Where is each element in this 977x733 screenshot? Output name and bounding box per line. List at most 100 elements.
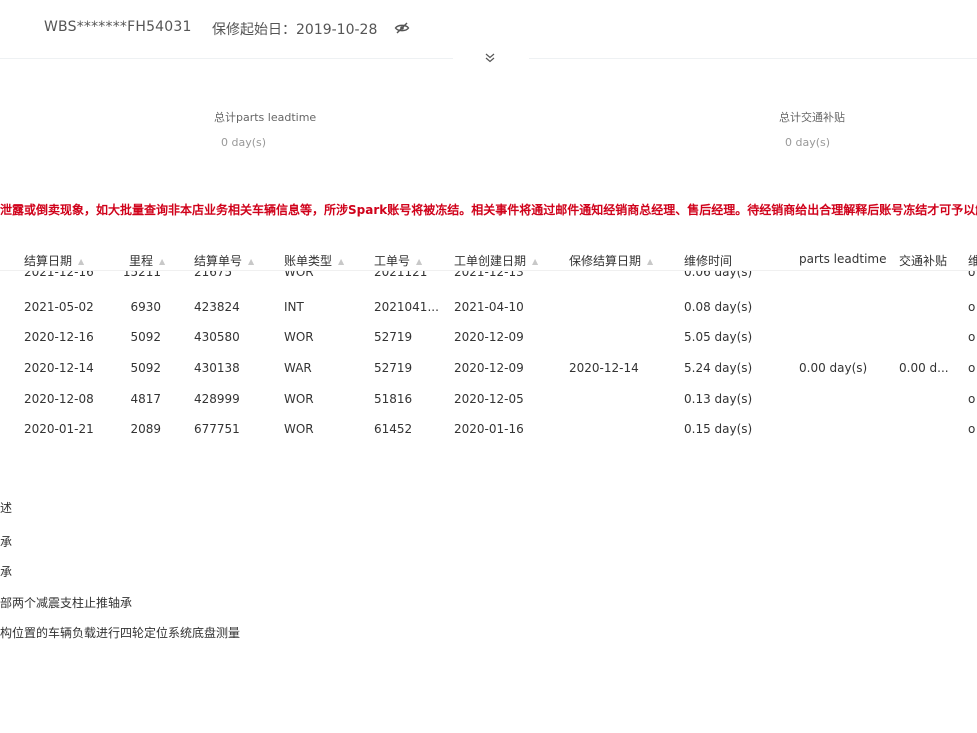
column-header[interactable]: 里程 ▲ — [129, 252, 165, 269]
column-header: parts leadtime — [799, 252, 886, 266]
warranty-start: 保修起始日：2019-10-28 — [212, 19, 377, 39]
table-cell: 0.13 day(s) — [684, 392, 753, 406]
table-cell: 0.00 d... — [899, 361, 949, 375]
table-cell: 0.15 day(s) — [684, 422, 753, 436]
column-header[interactable]: 工单创建日期 ▲ — [454, 252, 538, 269]
table-cell: o — [968, 330, 976, 344]
column-header[interactable]: 结算单号 ▲ — [194, 252, 254, 269]
repair-item-text: 承 — [0, 535, 13, 549]
column-header[interactable]: 工单号 ▲ — [374, 252, 422, 269]
repair-item-text: 部两个减震支柱止推轴承 — [0, 596, 133, 610]
vin-number: WBS*******FH54031 — [44, 19, 192, 35]
table-cell: 2020-12-16 — [24, 330, 94, 344]
table-cell: o — [968, 300, 976, 314]
expand-toggle[interactable] — [453, 48, 529, 70]
table-cell: WOR — [284, 330, 314, 344]
column-header-label: 交通补贴 — [899, 254, 948, 268]
column-header-label: parts leadtime — [799, 252, 887, 266]
table-cell: 2020-12-14 — [24, 361, 94, 375]
sort-icon[interactable]: ▲ — [338, 257, 344, 266]
sort-icon[interactable]: ▲ — [159, 257, 165, 266]
table-cell: WAR — [284, 361, 312, 375]
table-cell: 52719 — [374, 330, 413, 344]
summary-parts-leadtime-value: 0 day(s) — [221, 136, 267, 149]
table-cell: 2020-01-21 — [24, 422, 94, 436]
column-header: 维修时间 — [684, 252, 732, 269]
table-cell: 2021-04-10 — [454, 300, 524, 314]
table-cell: 5.24 day(s) — [684, 361, 753, 375]
table-row[interactable]: 2021-05-02 6930 423824 INT 2021041... 2021-04… — [0, 300, 977, 330]
table-row[interactable]: 2021-12-16 15211 21675 WOR 2021121 2021-12-13… — [0, 271, 977, 295]
table-cell: o — [968, 392, 976, 406]
table-cell: 5092 — [130, 361, 161, 375]
table-cell: 2021-12-13 — [454, 271, 524, 279]
table-cell: 677751 — [194, 422, 240, 436]
column-header-label: 工单创建日期 — [454, 254, 527, 268]
table-cell: 4817 — [130, 392, 161, 406]
column-header[interactable]: 结算日期 ▲ — [24, 252, 84, 269]
column-header-label: 维修时间 — [684, 254, 733, 268]
table-cell: 0.08 day(s) — [684, 300, 753, 314]
table-cell: 2020-12-09 — [454, 361, 524, 375]
table-cell: 5.05 day(s) — [684, 330, 753, 344]
table-cell: 0.06 day(s) — [684, 271, 753, 279]
column-header-label: 维 — [968, 254, 977, 268]
repair-item-text: 承 — [0, 565, 13, 579]
column-header-label: 结算单号 — [194, 254, 243, 268]
table-cell: 0.00 day(s) — [799, 361, 868, 375]
column-header-label: 工单号 — [374, 254, 411, 268]
warranty-start-date: 2019-10-28 — [296, 22, 378, 38]
sort-icon[interactable]: ▲ — [416, 257, 422, 266]
table-cell: 2020-12-09 — [454, 330, 524, 344]
table-cell: 430580 — [194, 330, 240, 344]
table-cell: 2020-12-14 — [569, 361, 639, 375]
table-cell: 2021041... — [374, 300, 438, 314]
column-header-label: 保修结算日期 — [569, 254, 642, 268]
column-header: 交通补贴 — [899, 252, 947, 269]
table-cell: 2089 — [130, 422, 161, 436]
table-row[interactable]: 2020-01-21 2089 677751 WOR 61452 2020-01-16 0.… — [0, 422, 977, 451]
table-row[interactable]: 2020-12-16 5092 430580 WOR 52719 2020-12-09 5.… — [0, 330, 977, 360]
table-cell: 21675 — [194, 271, 233, 279]
table-cell: 2021121 — [374, 271, 428, 279]
table-row[interactable]: 2020-12-14 5092 430138 WAR 52719 2020-12-09 20… — [0, 361, 977, 391]
table-cell: 5092 — [130, 330, 161, 344]
table-cell: 2020-12-05 — [454, 392, 524, 406]
table-cell: WOR — [284, 392, 314, 406]
eye-off-icon[interactable] — [394, 20, 410, 36]
table-cell: 51816 — [374, 392, 413, 406]
table-cell: 2021-05-02 — [24, 300, 94, 314]
table-cell: 2021-12-16 — [24, 271, 94, 279]
column-header-label: 账单类型 — [284, 254, 333, 268]
column-header[interactable]: 保修结算日期 ▲ — [569, 252, 653, 269]
table-cell: WOR — [284, 422, 314, 436]
repair-item-text: 述 — [0, 501, 13, 515]
sort-icon[interactable]: ▲ — [532, 257, 538, 266]
table-cell: 15211 — [122, 271, 161, 279]
warning-banner: 泄露或倒卖现象，如大批量查询非本店业务相关车辆信息等，所涉Spark账号将被冻结… — [0, 203, 977, 217]
table-cell: 61452 — [374, 422, 413, 436]
column-header[interactable]: 账单类型 ▲ — [284, 252, 344, 269]
column-header-label: 里程 — [129, 254, 154, 268]
column-header: 维 — [968, 252, 977, 269]
repair-item-text: 构位置的车辆负载进行四轮定位系统底盘测量 — [0, 626, 241, 640]
table-cell: 52719 — [374, 361, 413, 375]
table-cell: WOR — [284, 271, 314, 279]
summary-parts-leadtime-label: 总计parts leadtime — [214, 111, 317, 124]
summary-transport-subsidy-value: 0 day(s) — [785, 136, 831, 149]
sort-icon[interactable]: ▲ — [248, 257, 254, 266]
sort-icon[interactable]: ▲ — [78, 257, 84, 266]
table-cell: 6930 — [130, 300, 161, 314]
table-cell: 2020-12-08 — [24, 392, 94, 406]
sort-icon[interactable]: ▲ — [647, 257, 653, 266]
column-header-label: 结算日期 — [24, 254, 73, 268]
chevron-down-icon[interactable] — [483, 51, 497, 65]
table-cell: 430138 — [194, 361, 240, 375]
table-cell: INT — [284, 300, 304, 314]
table-cell: 428999 — [194, 392, 240, 406]
table-body: 2021-12-16 15211 21675 WOR 2021121 2021-12-13… — [0, 271, 977, 451]
table-cell: o — [968, 271, 976, 279]
table-cell: 423824 — [194, 300, 240, 314]
table-row[interactable]: 2020-12-08 4817 428999 WOR 51816 2020-12-05 0.… — [0, 392, 977, 422]
summary-transport-subsidy-label: 总计交通补贴 — [779, 111, 845, 124]
